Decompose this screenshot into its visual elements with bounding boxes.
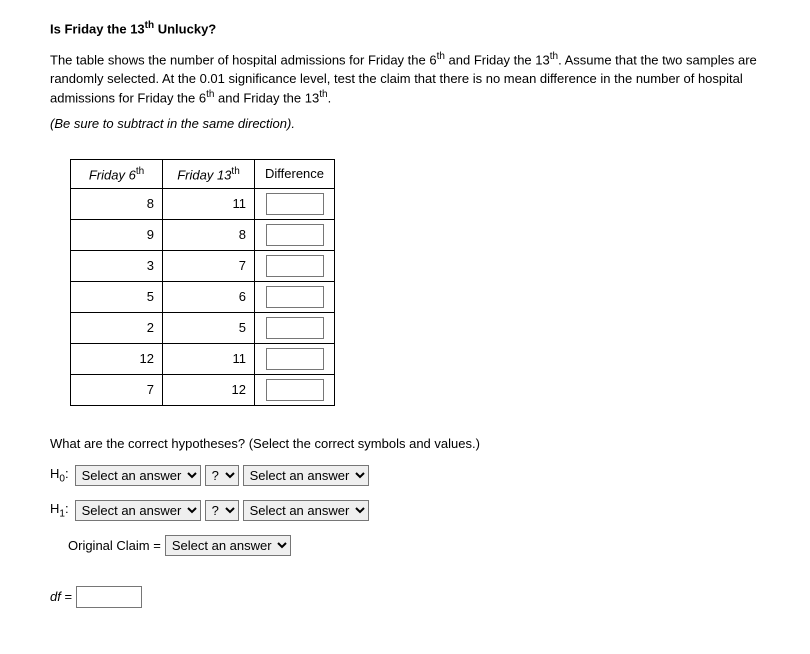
cell-friday6: 3 <box>71 250 163 281</box>
h1-operator-select[interactable]: ? <box>205 500 239 521</box>
difference-input[interactable] <box>266 317 324 339</box>
table-header-friday13: Friday 13th <box>163 159 255 188</box>
h0-operator-select[interactable]: ? <box>205 465 239 486</box>
cell-difference <box>255 343 335 374</box>
desc-text-2: and Friday the 13 <box>445 53 550 68</box>
cell-friday6: 12 <box>71 343 163 374</box>
table-header-friday6: Friday 6th <box>71 159 163 188</box>
desc-text-1: The table shows the number of hospital a… <box>50 53 437 68</box>
desc-sup-2: th <box>550 51 558 62</box>
table-row: 2 5 <box>71 312 335 343</box>
table-row: 5 6 <box>71 281 335 312</box>
h0-row: H0: Select an answer ? Select an answer <box>50 465 760 486</box>
cell-difference <box>255 374 335 405</box>
cell-difference <box>255 219 335 250</box>
h0-value-select[interactable]: Select an answer <box>243 465 369 486</box>
cell-friday13: 5 <box>163 312 255 343</box>
difference-input[interactable] <box>266 286 324 308</box>
cell-friday13: 11 <box>163 188 255 219</box>
desc-sup-1: th <box>437 51 445 62</box>
cell-friday13: 12 <box>163 374 255 405</box>
table-row: 7 12 <box>71 374 335 405</box>
title-text-1: Is Friday the 13 <box>50 21 145 36</box>
h1-parameter-select[interactable]: Select an answer <box>75 500 201 521</box>
cell-friday6: 8 <box>71 188 163 219</box>
original-claim-label: Original Claim = <box>68 538 161 553</box>
df-label: df = <box>50 589 72 604</box>
cell-friday13: 7 <box>163 250 255 281</box>
cell-friday13: 8 <box>163 219 255 250</box>
df-input[interactable] <box>76 586 142 608</box>
h1-label: H1: <box>50 501 69 520</box>
original-claim-select[interactable]: Select an answer <box>165 535 291 556</box>
table-row: 3 7 <box>71 250 335 281</box>
h1-row: H1: Select an answer ? Select an answer <box>50 500 760 521</box>
description: The table shows the number of hospital a… <box>50 50 760 107</box>
cell-difference <box>255 312 335 343</box>
desc-text-5: . <box>328 90 332 105</box>
cell-difference <box>255 250 335 281</box>
h0-label: H0: <box>50 466 69 485</box>
instruction: (Be sure to subtract in the same directi… <box>50 116 760 131</box>
table-row: 12 11 <box>71 343 335 374</box>
h1-value-select[interactable]: Select an answer <box>243 500 369 521</box>
difference-input[interactable] <box>266 379 324 401</box>
h0-parameter-select[interactable]: Select an answer <box>75 465 201 486</box>
difference-input[interactable] <box>266 193 324 215</box>
desc-text-4: and Friday the 13 <box>214 90 319 105</box>
difference-input[interactable] <box>266 348 324 370</box>
cell-friday13: 6 <box>163 281 255 312</box>
cell-difference <box>255 188 335 219</box>
table-header-difference: Difference <box>255 159 335 188</box>
cell-friday6: 7 <box>71 374 163 405</box>
hypotheses-question: What are the correct hypotheses? (Select… <box>50 436 760 451</box>
cell-friday13: 11 <box>163 343 255 374</box>
data-table: Friday 6th Friday 13th Difference 8 11 9… <box>70 159 335 406</box>
title-text-2: Unlucky? <box>154 21 216 36</box>
cell-friday6: 2 <box>71 312 163 343</box>
original-claim-row: Original Claim = Select an answer <box>68 535 760 556</box>
difference-input[interactable] <box>266 255 324 277</box>
desc-sup-4: th <box>319 89 327 100</box>
cell-friday6: 9 <box>71 219 163 250</box>
df-row: df = <box>50 586 760 608</box>
cell-difference <box>255 281 335 312</box>
title-sup: th <box>145 20 154 31</box>
cell-friday6: 5 <box>71 281 163 312</box>
table-row: 9 8 <box>71 219 335 250</box>
difference-input[interactable] <box>266 224 324 246</box>
page-title: Is Friday the 13th Unlucky? <box>50 20 760 36</box>
table-row: 8 11 <box>71 188 335 219</box>
